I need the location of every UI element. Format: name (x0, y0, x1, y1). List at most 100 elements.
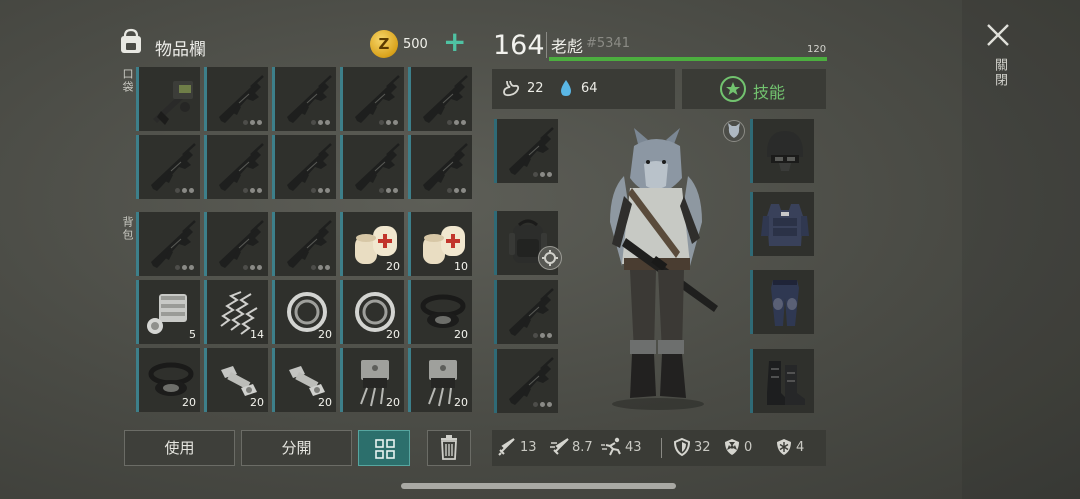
attachment-dots (447, 120, 466, 125)
attack-speed-value: 8.7 (572, 440, 593, 455)
close-icon[interactable] (985, 22, 1011, 48)
item-quantity: 5 (189, 328, 196, 341)
item-quantity: 20 (182, 396, 196, 409)
star-icon (720, 76, 746, 102)
attachment-badge-icon (538, 246, 562, 270)
stomach-icon (503, 80, 520, 97)
backpack-slot[interactable] (136, 212, 200, 276)
pocket-slot[interactable] (272, 135, 336, 199)
backpack-slot[interactable]: 5 (136, 280, 200, 344)
pocket-slot[interactable] (272, 67, 336, 131)
wolf-badge-icon[interactable] (723, 120, 745, 142)
pocket-slot[interactable] (136, 135, 200, 199)
divider (661, 438, 662, 458)
item-quantity: 20 (454, 396, 468, 409)
pocket-slot[interactable] (136, 67, 200, 131)
attack-speed-icon (550, 438, 569, 455)
radiation-icon (725, 439, 739, 455)
item-quantity: 20 (386, 396, 400, 409)
add-currency-button[interactable]: + (443, 28, 466, 56)
water-value: 64 (581, 81, 598, 96)
backpack-slot[interactable]: 20 (408, 280, 472, 344)
coin-amount: 500 (403, 37, 428, 52)
sort-grid-button[interactable] (358, 430, 410, 466)
character-figure (610, 128, 718, 410)
equipment-slot[interactable] (494, 280, 558, 344)
backpack-slot[interactable]: 20 (136, 348, 200, 412)
player-id: #5341 (586, 36, 630, 51)
attachment-dots (311, 120, 330, 125)
equipment-slot[interactable] (494, 349, 558, 413)
attack-value: 13 (520, 440, 537, 455)
backpack-slot[interactable]: 20 (204, 348, 268, 412)
attachment-dots (175, 265, 194, 270)
divider (546, 32, 547, 58)
attachment-dots (175, 188, 194, 193)
move-speed-value: 43 (625, 440, 642, 455)
attachment-dots (311, 265, 330, 270)
backpack-slot[interactable]: 10 (408, 212, 472, 276)
equipment-slot[interactable] (750, 270, 814, 334)
trash-icon (441, 435, 457, 460)
pocket-slot[interactable] (408, 135, 472, 199)
backpack-icon (121, 28, 141, 53)
item-quantity: 20 (318, 396, 332, 409)
pocket-slot[interactable] (204, 135, 268, 199)
turret-icon (153, 81, 193, 125)
pocket-slot[interactable] (340, 67, 404, 131)
attachment-dots (379, 188, 398, 193)
backpack-label: 背包 (121, 216, 134, 242)
attachment-dots (243, 188, 262, 193)
player-name: 老彪 (551, 37, 584, 56)
home-indicator[interactable] (401, 483, 676, 489)
armor-value: 32 (694, 440, 711, 455)
hp-bar-fill (549, 57, 827, 61)
backpack-slot[interactable]: 20 (340, 280, 404, 344)
backpack-slot[interactable]: 20 (272, 348, 336, 412)
backpack-slot[interactable]: 20 (340, 212, 404, 276)
food-value: 22 (527, 81, 544, 96)
helmet-icon (767, 131, 803, 171)
item-quantity: 20 (318, 328, 332, 341)
water-drop-icon (561, 80, 571, 96)
item-quantity: 14 (250, 328, 264, 341)
cold-resistance-icon (777, 439, 791, 455)
attachment-dots (243, 265, 262, 270)
backpack-slot[interactable] (204, 212, 268, 276)
grid-icon (375, 439, 395, 459)
equipment-slot[interactable] (494, 119, 558, 183)
radiation-value: 0 (744, 440, 753, 455)
attachment-dots (533, 333, 552, 338)
inventory-title: 物品欄 (155, 40, 206, 60)
attachment-dots (533, 172, 552, 177)
equipment-slot[interactable] (750, 119, 814, 183)
use-button[interactable]: 使用 (124, 430, 235, 466)
boots-icon (767, 361, 805, 405)
close-label[interactable]: 關閉 (990, 58, 1009, 88)
backpack-slot[interactable]: 20 (408, 348, 472, 412)
coin-icon: Z (370, 30, 398, 58)
attachment-dots (243, 120, 262, 125)
equipment-slot[interactable] (750, 192, 814, 256)
pocket-label: 口袋 (121, 68, 134, 94)
pocket-slot[interactable] (340, 135, 404, 199)
skills-label: 技能 (753, 83, 786, 102)
backpack-slot[interactable]: 20 (340, 348, 404, 412)
running-icon (601, 437, 621, 456)
item-quantity: 20 (454, 328, 468, 341)
delete-button[interactable] (427, 430, 471, 466)
split-button[interactable]: 分開 (241, 430, 352, 466)
backpack-slot[interactable]: 20 (272, 280, 336, 344)
pocket-slot[interactable] (408, 67, 472, 131)
item-quantity: 10 (454, 260, 468, 273)
attachment-dots (447, 188, 466, 193)
close-panel (962, 0, 1080, 499)
armored-pants-icon (771, 280, 799, 326)
player-level: 164 (493, 30, 545, 61)
pocket-slot[interactable] (204, 67, 268, 131)
backpack-slot[interactable] (272, 212, 336, 276)
equipment-slot[interactable] (750, 349, 814, 413)
backpack-slot[interactable]: 14 (204, 280, 268, 344)
attachment-dots (311, 188, 330, 193)
attachment-dots (533, 402, 552, 407)
